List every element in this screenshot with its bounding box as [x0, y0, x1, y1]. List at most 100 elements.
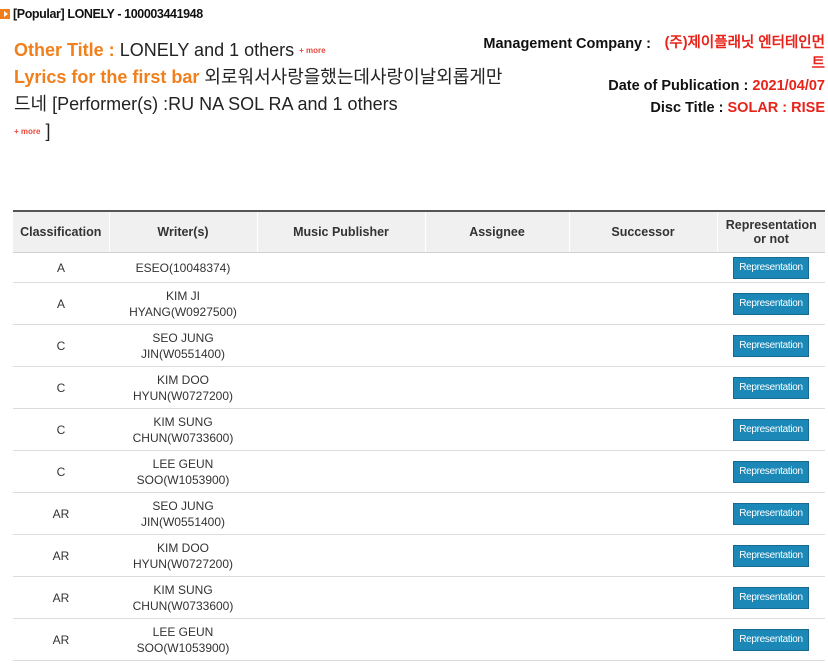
table-row: AR KIM SUNG CHUN(W0733600) Representatio…	[13, 576, 825, 619]
cell-successor	[569, 534, 717, 577]
cell-representation: Representation	[717, 534, 825, 577]
cell-publisher	[257, 366, 425, 409]
cell-publisher	[257, 492, 425, 535]
table-row: A KIM JI HYANG(W0927500) Representation	[13, 282, 825, 325]
cell-writer: KIM DOO HYUN(W0727200)	[109, 366, 257, 409]
cell-assignee	[425, 408, 569, 451]
column-header-successor: Successor	[568, 211, 717, 253]
cell-classification: C	[13, 324, 109, 367]
cell-successor	[569, 408, 717, 451]
publication-date: Date of Publication : 2021/04/07	[445, 75, 825, 97]
representation-button[interactable]: Representation	[733, 256, 809, 279]
song-info-left: Other Title : LONELY and 1 others + more…	[14, 37, 504, 145]
cell-classification: C	[13, 450, 109, 493]
cell-writer: KIM SUNG CHUN(W0733600)	[109, 408, 257, 451]
cell-representation: Representation	[717, 450, 825, 493]
representation-button[interactable]: Representation	[733, 628, 809, 651]
song-info-right: Management Company : (주)제이플래닛 엔터테인먼트 Dat…	[445, 33, 825, 119]
table-row: AR LEE GEUN SOO(W1053900) Representation	[13, 618, 825, 661]
cell-writer: SEO JUNG JIN(W0551400)	[109, 492, 257, 535]
representation-button[interactable]: Representation	[733, 586, 809, 609]
column-header-music-publisher: Music Publisher	[256, 211, 425, 253]
cell-assignee	[425, 534, 569, 577]
other-title-label: Other Title :	[14, 40, 120, 60]
cell-writer: KIM SUNG CHUN(W0733600)	[109, 576, 257, 619]
disc-label: Disc Title :	[650, 100, 728, 116]
cell-writer: ESEO(10048374)	[109, 252, 257, 283]
cell-publisher	[257, 252, 425, 283]
representation-button[interactable]: Representation	[733, 376, 809, 399]
lyrics-line: Lyrics for the first bar 외로워서사랑을했는데사랑이날외…	[14, 64, 504, 118]
publication-value: 2021/04/07	[752, 78, 825, 94]
performer-more-line: + more ]	[14, 118, 504, 145]
management-value: (주)제이플래닛 엔터테인먼트	[664, 35, 825, 72]
lyrics-label: Lyrics for the first bar	[14, 67, 205, 87]
cell-representation: Representation	[717, 252, 825, 283]
cell-writer: LEE GEUN SOO(W1053900)	[109, 450, 257, 493]
cell-publisher	[257, 618, 425, 661]
cell-successor	[569, 366, 717, 409]
cell-assignee	[425, 450, 569, 493]
cell-assignee	[425, 492, 569, 535]
cell-successor	[569, 618, 717, 661]
representation-button[interactable]: Representation	[733, 460, 809, 483]
credits-table: Classification Writer(s) Music Publisher…	[13, 210, 825, 661]
cell-writer: KIM DOO HYUN(W0727200)	[109, 534, 257, 577]
arrow-right-icon	[0, 9, 10, 19]
cell-assignee	[425, 576, 569, 619]
representation-button[interactable]: Representation	[733, 544, 809, 567]
cell-successor	[569, 324, 717, 367]
column-header-writers: Writer(s)	[108, 211, 257, 253]
management-label: Management Company :	[483, 36, 655, 52]
other-title-value: LONELY and 1 others	[119, 40, 300, 60]
cell-classification: AR	[13, 576, 109, 619]
cell-publisher	[257, 450, 425, 493]
column-header-classification: Classification	[13, 211, 109, 253]
representation-button[interactable]: Representation	[733, 292, 809, 315]
cell-classification: AR	[13, 534, 109, 577]
cell-successor	[569, 282, 717, 325]
cell-classification: C	[13, 366, 109, 409]
cell-successor	[569, 576, 717, 619]
cell-representation: Representation	[717, 366, 825, 409]
table-row: C KIM DOO HYUN(W0727200) Representation	[13, 366, 825, 409]
cell-assignee	[425, 324, 569, 367]
performer-text: [Performer(s) :RU NA SOL RA and 1 others	[47, 94, 398, 114]
cell-classification: A	[13, 252, 109, 283]
table-row: AR KIM DOO HYUN(W0727200) Representation	[13, 534, 825, 577]
cell-publisher	[257, 576, 425, 619]
disc-title: Disc Title : SOLAR : RISE	[445, 97, 825, 119]
representation-button[interactable]: Representation	[733, 502, 809, 525]
other-title-more-link[interactable]: + more	[299, 46, 325, 56]
cell-representation: Representation	[717, 618, 825, 661]
cell-representation: Representation	[717, 282, 825, 325]
performer-close-bracket: ]	[45, 121, 51, 141]
column-header-representation: Representation or not	[716, 211, 825, 253]
other-title-line: Other Title : LONELY and 1 others + more	[14, 37, 504, 64]
cell-publisher	[257, 534, 425, 577]
cell-assignee	[425, 618, 569, 661]
cell-successor	[569, 450, 717, 493]
table-header-row: Classification Writer(s) Music Publisher…	[13, 211, 825, 253]
cell-writer: LEE GEUN SOO(W1053900)	[109, 618, 257, 661]
table-row: C SEO JUNG JIN(W0551400) Representation	[13, 324, 825, 367]
disc-value: SOLAR : RISE	[727, 100, 825, 116]
column-header-assignee: Assignee	[424, 211, 569, 253]
cell-representation: Representation	[717, 408, 825, 451]
cell-assignee	[425, 252, 569, 283]
cell-classification: C	[13, 408, 109, 451]
cell-representation: Representation	[717, 576, 825, 619]
cell-classification: AR	[13, 618, 109, 661]
cell-writer: SEO JUNG JIN(W0551400)	[109, 324, 257, 367]
song-header: [Popular] LONELY - 100003441948	[0, 5, 203, 23]
cell-assignee	[425, 366, 569, 409]
table-row: A ESEO(10048374) Representation	[13, 252, 825, 283]
representation-button[interactable]: Representation	[733, 418, 809, 441]
representation-button[interactable]: Representation	[733, 334, 809, 357]
management-company: Management Company : (주)제이플래닛 엔터테인먼트	[445, 33, 825, 75]
table-row: C KIM SUNG CHUN(W0733600) Representation	[13, 408, 825, 451]
cell-writer: KIM JI HYANG(W0927500)	[109, 282, 257, 325]
cell-classification: AR	[13, 492, 109, 535]
performer-more-link[interactable]: + more	[14, 127, 40, 137]
cell-representation: Representation	[717, 324, 825, 367]
